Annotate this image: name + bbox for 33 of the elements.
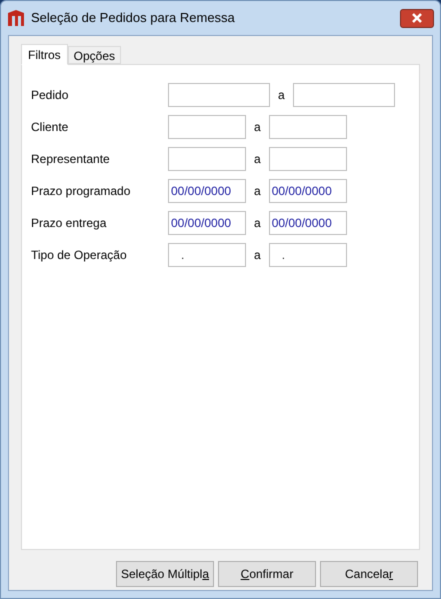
tab[interactable]: Filtros xyxy=(21,44,68,65)
field-label: Prazo entrega xyxy=(31,215,108,232)
field-label: Representante xyxy=(31,151,111,168)
window-title: Seleção de Pedidos para Remessa xyxy=(31,9,235,28)
input-field[interactable]: 00/00/0000 xyxy=(268,211,347,235)
app-logo-icon xyxy=(7,9,25,27)
dialog-button[interactable]: Confirmar xyxy=(218,561,316,587)
dialog-button[interactable]: Seleção Múltipla xyxy=(116,561,214,587)
input-field[interactable]: 00/00/0000 xyxy=(168,211,246,235)
input-field[interactable] xyxy=(268,147,347,171)
input-field[interactable]: 00/00/0000 xyxy=(168,179,246,203)
range-separator: a xyxy=(254,247,261,264)
field-label: Cliente xyxy=(31,119,70,136)
range-separator: a xyxy=(254,183,261,200)
input-field[interactable]: 00/00/0000 xyxy=(268,179,347,203)
input-field[interactable]: . xyxy=(168,243,246,267)
input-field[interactable] xyxy=(168,83,270,107)
range-separator: a xyxy=(254,151,261,168)
dialog-button[interactable]: Cancelar xyxy=(320,561,418,587)
field-label: Prazo programado xyxy=(31,183,132,200)
input-field[interactable] xyxy=(292,83,395,107)
input-field[interactable] xyxy=(168,115,246,139)
input-field[interactable]: . xyxy=(268,243,347,267)
tab[interactable]: Opções xyxy=(68,46,122,64)
close-button[interactable] xyxy=(400,8,434,28)
field-label: Pedido xyxy=(31,87,70,104)
range-separator: a xyxy=(278,87,285,104)
range-separator: a xyxy=(254,119,261,136)
input-field[interactable] xyxy=(268,115,347,139)
input-field[interactable] xyxy=(168,147,246,171)
range-separator: a xyxy=(254,215,261,232)
close-icon xyxy=(412,13,422,23)
field-label: Tipo de Operação xyxy=(31,247,128,264)
